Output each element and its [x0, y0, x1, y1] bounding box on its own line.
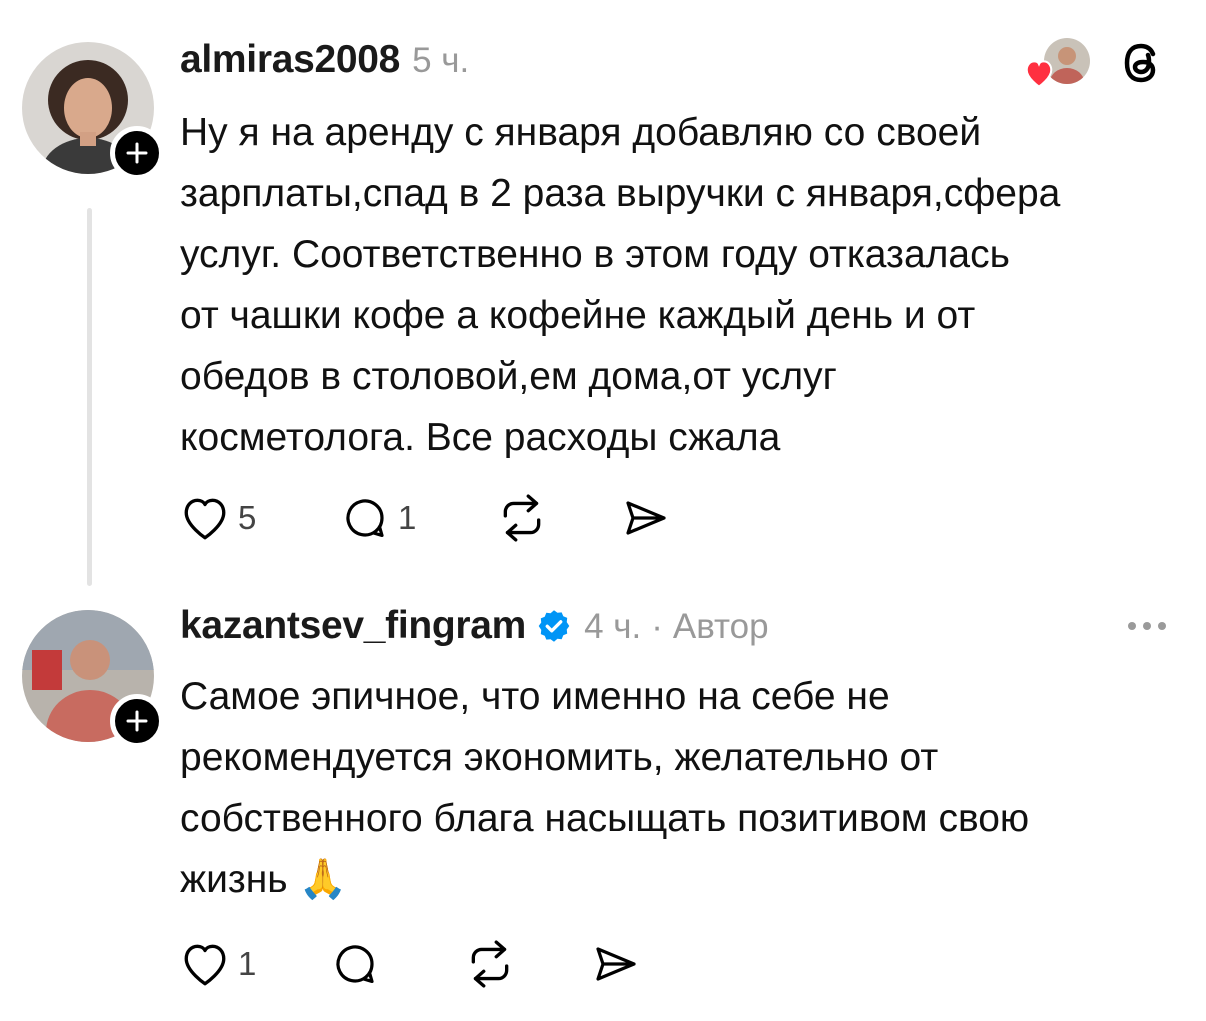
post-text: Самое эпичное, что именно на себе не рек…: [180, 675, 1030, 901]
username[interactable]: almiras2008: [180, 38, 400, 82]
share-button[interactable]: [590, 938, 642, 990]
share-button[interactable]: [620, 492, 672, 544]
follow-button[interactable]: [110, 694, 164, 748]
timestamp: 4 ч.: [584, 607, 642, 646]
thread-reply-kazantsev-fingram: kazantsev_fingram 4 ч. · Автор Самое эпи…: [0, 590, 1206, 1021]
timestamp: 5 ч.: [412, 41, 470, 80]
repost-button[interactable]: [496, 492, 548, 544]
like-button[interactable]: 5: [180, 492, 256, 544]
heart-outline-icon: [184, 498, 226, 540]
heart-filled-icon: [1025, 60, 1053, 88]
thread-reply-almiras2008: almiras2008 5 ч. Ну я на аренду с января…: [0, 0, 1206, 590]
send-arrow-icon: [596, 947, 636, 981]
plus-icon: [126, 710, 148, 732]
post-text: Ну я на аренду с января добавляю со свое…: [180, 111, 1061, 459]
reply-button[interactable]: 1: [340, 492, 416, 544]
action-bar: 1: [180, 938, 700, 990]
repost-arrows-icon: [503, 494, 541, 542]
ellipsis-icon: [1143, 622, 1151, 630]
verified-badge-icon: [538, 610, 570, 642]
post-header: kazantsev_fingram 4 ч. · Автор: [180, 604, 769, 648]
like-count: 5: [238, 499, 257, 536]
ellipsis-icon: [1128, 622, 1136, 630]
like-button[interactable]: 1: [180, 938, 256, 990]
follow-button[interactable]: [110, 126, 164, 180]
action-bar: 5 1: [180, 492, 700, 544]
thread-line: [87, 208, 92, 586]
heart-outline-icon: [184, 944, 226, 986]
username[interactable]: kazantsev_fingram: [180, 604, 526, 648]
repost-arrows-icon: [471, 940, 509, 988]
ellipsis-icon: [1158, 622, 1166, 630]
speech-bubble-icon: [336, 945, 374, 983]
speech-bubble-icon: [346, 499, 384, 537]
post-header: almiras2008 5 ч.: [180, 38, 469, 82]
author-tag: Автор: [672, 607, 769, 646]
like-count: 1: [238, 945, 257, 982]
reply-button[interactable]: [330, 938, 380, 990]
send-arrow-icon: [626, 501, 666, 535]
liked-by-author-indicator: [1020, 38, 1092, 88]
plus-icon: [126, 142, 148, 164]
threads-logo-icon[interactable]: [1120, 40, 1166, 86]
repost-button[interactable]: [464, 938, 516, 990]
reply-count: 1: [398, 499, 417, 536]
separator: ·: [651, 607, 663, 646]
more-options-button[interactable]: [1128, 622, 1166, 630]
